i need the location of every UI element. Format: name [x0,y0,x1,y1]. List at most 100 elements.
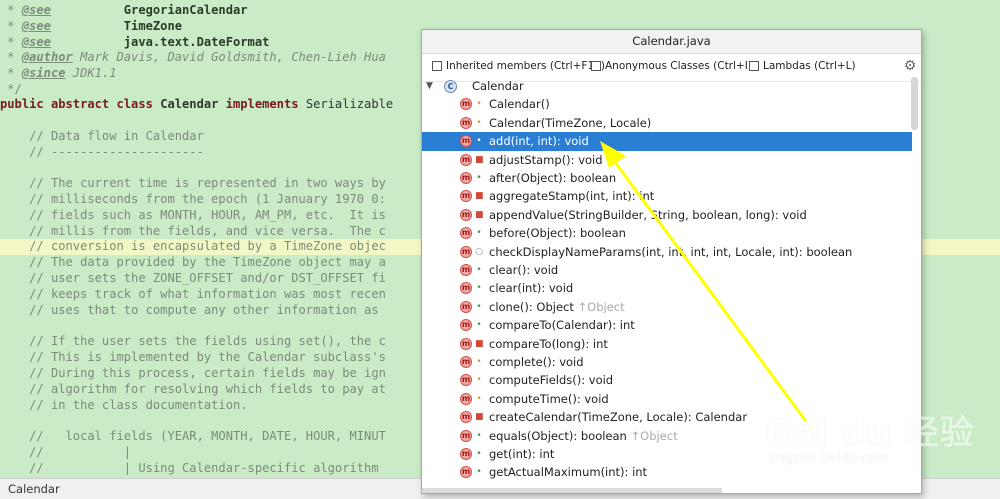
member-label: compareTo(Calendar): int [489,316,635,334]
checkbox-box[interactable] [591,61,601,71]
tree-root-label: Calendar [472,79,524,93]
member-label: equals(Object): boolean ↑Object [489,427,678,445]
member-label: Calendar(TimeZone, Locale) [489,114,651,132]
code-token: @see [21,35,51,49]
code-token: // | Using Calendar-specific algorithm [0,461,379,475]
member-signature: adjustStamp(): void [489,152,603,167]
member-label: createCalendar(TimeZone, Locale): Calend… [489,408,747,426]
member-signature: get(int): int [489,447,555,461]
member-signature: getActualMaximum(int): int [489,465,648,480]
member-item[interactable]: m ○ checkDisplayNameParams(int, int, int, … [422,243,912,261]
watermark-logo: Bai du 经验 [765,413,975,453]
anonymous-classes-checkbox[interactable]: Anonymous Classes (Ctrl+I) [591,60,752,72]
member-signature: checkDisplayNameParams(int, int, int, in… [489,244,853,259]
method-icon: m [460,116,472,129]
member-item[interactable]: m • clone(): Object ↑Object [422,298,912,316]
method-icon: m [460,448,472,460]
chevron-down-icon[interactable]: ▼ [426,77,433,95]
private-access-icon: ■ [475,154,484,165]
checkbox-box[interactable] [749,61,759,71]
method-icon: m [460,319,472,332]
member-signature: after(Object): boolean [489,171,617,185]
member-label: getActualMaximum(int): int [489,463,647,481]
member-signature: compareTo(long): int [489,336,608,351]
member-label: computeFields(): void [489,371,613,389]
code-token: // During this process, certain fields m… [0,366,386,380]
protected-access-icon: • [476,117,482,128]
member-item[interactable]: m ■ appendValue(StringBuilder, String, boo… [422,206,912,224]
member-item[interactable]: m • add(int, int): void [422,132,912,151]
private-access-icon: ■ [475,209,484,220]
watermark-url: jingyan.baidu.com [769,451,889,466]
method-icon: m [460,337,472,350]
method-icon: m [460,153,472,166]
member-item[interactable]: m • complete(): void [422,353,912,371]
member-signature: compareTo(Calendar): int [489,318,635,333]
method-icon: m [460,135,472,148]
member-item[interactable]: m • after(Object): boolean [422,169,912,187]
member-label: compareTo(long): int [489,335,608,353]
public-access-icon: • [476,283,482,294]
member-item[interactable]: m ■ compareTo(long): int [422,335,912,353]
protected-access-icon: • [476,99,482,110]
member-item[interactable]: m • compareTo(Calendar): int [422,316,912,334]
member-signature: clear(int): void [489,281,574,296]
inherited-members-checkbox[interactable]: Inherited members (Ctrl+F12) [432,60,605,72]
private-access-icon: ■ [475,338,484,349]
code-token: // fields such as MONTH, HOUR, AM_PM, et… [0,208,386,222]
member-signature: clone(): Object [489,299,574,314]
code-token: @see [21,19,51,33]
code-token: GregorianCalendar [123,3,248,17]
code-token: * [0,50,22,64]
member-label: get(int): int [489,445,554,463]
package-access-icon: ○ [475,246,483,257]
public-access-icon: • [476,320,482,331]
code-token: TimeZone [123,19,183,33]
public-access-icon: • [476,228,482,239]
lambdas-checkbox[interactable]: Lambdas (Ctrl+L) [749,60,856,72]
baidu-watermark: Bai du 经验 jingyan.baidu.com [765,405,995,475]
member-item[interactable]: m • clear(): void [422,261,912,279]
member-label: appendValue(StringBuilder, String, boole… [489,206,807,224]
vertical-scrollbar[interactable] [911,77,918,130]
inherited-from-label: ↑Object [577,299,625,314]
code-token: // user sets the ZONE_OFFSET and/or DST_… [0,271,386,285]
code-line[interactable]: * @see GregorianCalendar [0,3,1000,19]
public-access-icon: • [476,430,482,441]
member-item[interactable]: m • Calendar(TimeZone, Locale) [422,114,912,132]
method-icon: m [460,264,472,276]
member-label: clear(): void [489,261,558,279]
status-text: Calendar [8,482,60,496]
member-item[interactable]: m ■ adjustStamp(): void [422,151,912,169]
member-signature: Calendar() [489,97,550,112]
member-signature: equals(Object): boolean [489,428,627,443]
member-signature: createCalendar(TimeZone, Locale): Calend… [489,410,748,425]
member-label: add(int, int): void [489,132,589,150]
code-token: // millis from the fields, and vice vers… [0,224,386,238]
code-token: // in the class documentation. [0,398,248,412]
member-label: Calendar() [489,95,550,113]
code-token: // local fields (YEAR, MONTH, DATE, HOUR… [0,429,386,443]
member-signature: Calendar(TimeZone, Locale) [489,115,652,130]
member-label: after(Object): boolean [489,169,616,187]
member-item[interactable]: m • clear(int): void [422,279,912,297]
member-signature: clear(): void [489,263,559,277]
member-item[interactable]: m • Calendar() [422,95,912,113]
member-item[interactable]: m • before(Object): boolean [422,224,912,242]
checkbox-box[interactable] [432,61,442,71]
member-item[interactable]: m • computeFields(): void [422,371,912,389]
code-token: // Data flow in Calendar [0,129,204,143]
member-signature: computeFields(): void [489,373,614,388]
code-token: // milliseconds from the epoch (1 Januar… [0,192,386,206]
code-token: // --------------------- [0,145,204,159]
code-token: @author [21,50,73,64]
code-token: Mark Davis, David Goldsmith, Chen-Lieh H… [72,50,386,64]
gear-icon[interactable]: ⚙ [903,59,917,73]
horizontal-scrollbar[interactable] [422,488,722,493]
tree-root-calendar[interactable]: ▼ C Calendar [422,77,912,95]
member-item[interactable]: m ■ aggregateStamp(int, int): int [422,187,912,205]
method-icon: m [460,466,472,479]
public-access-icon: • [476,136,482,147]
